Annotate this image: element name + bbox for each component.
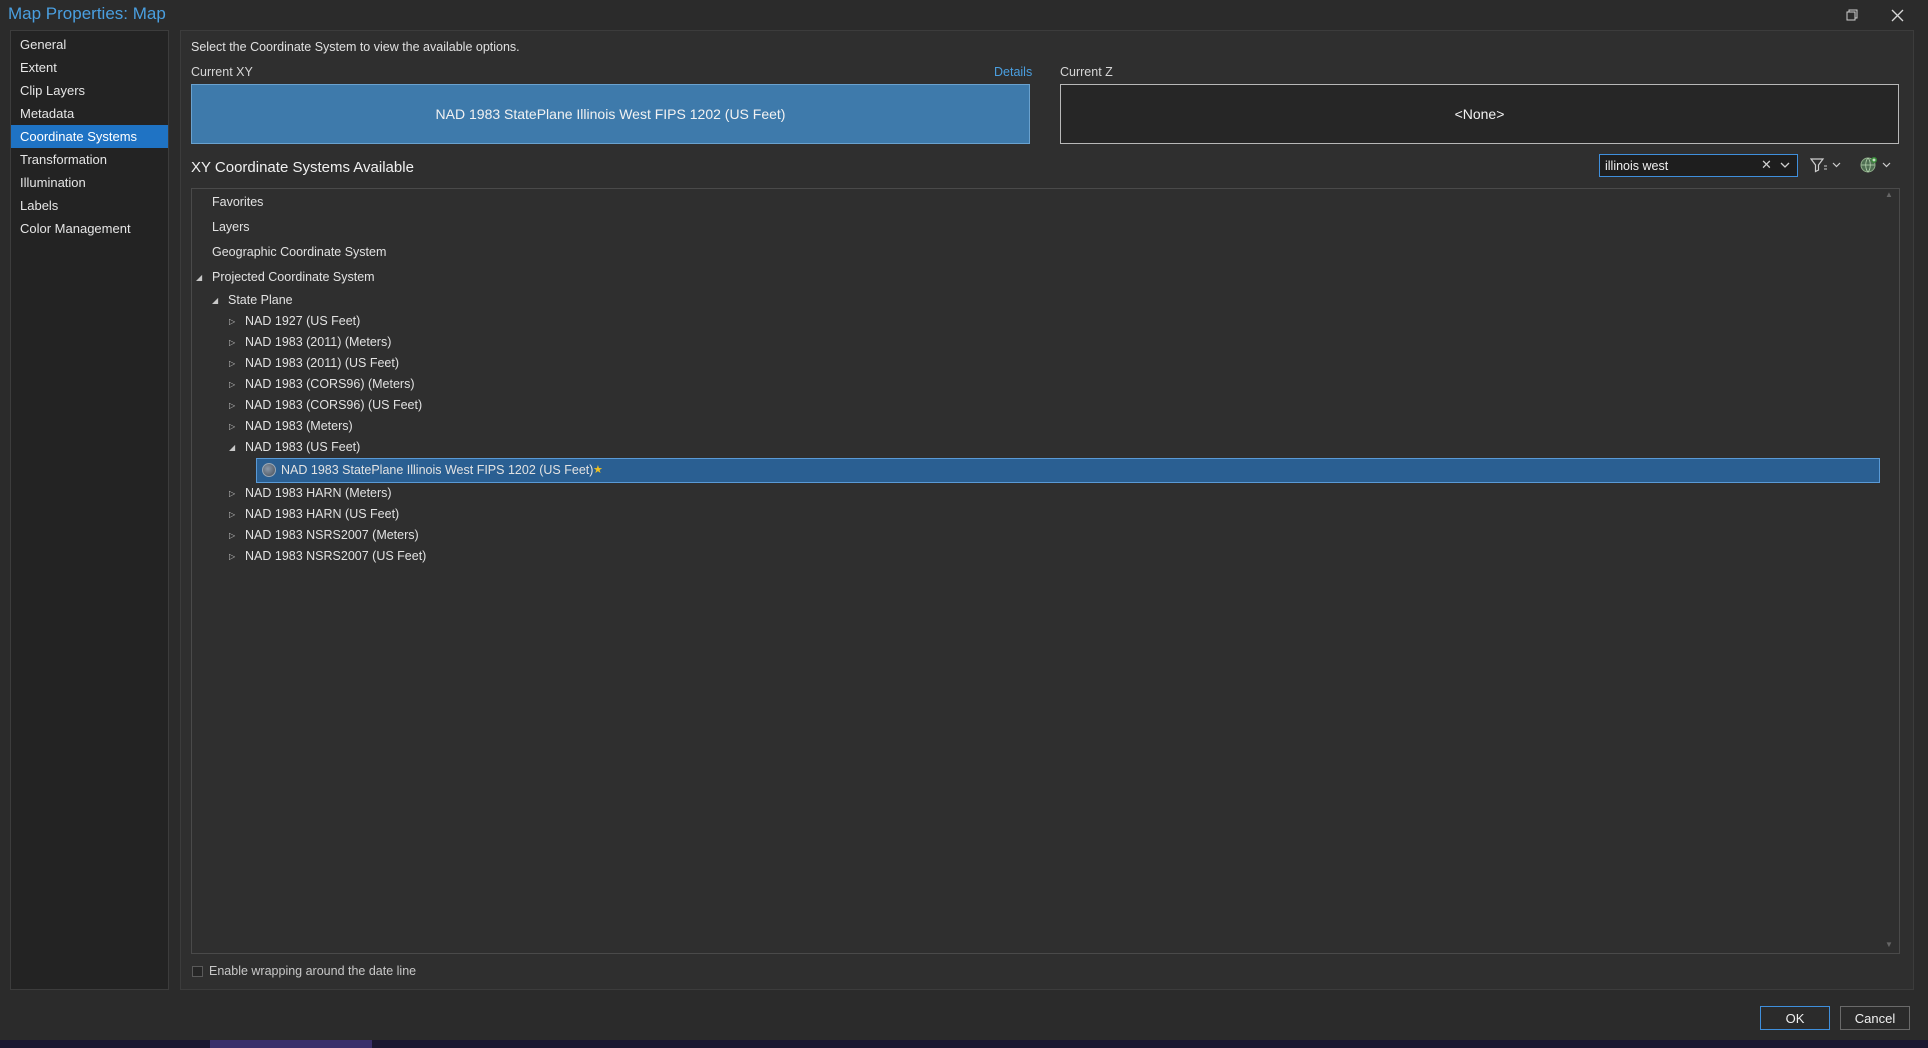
nav-item-metadata[interactable]: Metadata (11, 102, 168, 125)
wrap-dateline-label: Enable wrapping around the date line (209, 964, 417, 978)
chevron-down-icon (1832, 162, 1841, 168)
tree-item-group[interactable]: NAD 1983 (2011) (Meters) (245, 332, 391, 353)
tree-item-projected[interactable]: Projected Coordinate System (212, 267, 375, 288)
nav-item-coordinate-systems[interactable]: Coordinate Systems (11, 125, 168, 148)
expand-triangle-icon[interactable]: ▷ (229, 483, 241, 504)
tree-item-group[interactable]: NAD 1983 NSRS2007 (Meters) (245, 525, 419, 546)
favorite-star-icon[interactable]: ★ (593, 463, 603, 476)
tree-item-geographic[interactable]: Geographic Coordinate System (212, 242, 386, 263)
expand-triangle-icon[interactable]: ▷ (229, 546, 241, 567)
scroll-up-icon[interactable]: ▲ (1885, 190, 1893, 199)
current-z-box[interactable]: <None> (1060, 84, 1899, 144)
ok-button[interactable]: OK (1760, 1006, 1830, 1030)
dialog-title: Map Properties: Map (8, 4, 166, 23)
tree-item-group[interactable]: NAD 1983 (CORS96) (US Feet) (245, 395, 422, 416)
expand-triangle-icon[interactable]: ▷ (229, 311, 241, 332)
available-heading: XY Coordinate Systems Available (191, 159, 414, 176)
ok-button-label: OK (1785, 1010, 1805, 1026)
current-xy-value: NAD 1983 StatePlane Illinois West FIPS 1… (435, 106, 786, 122)
tree-item-group[interactable]: NAD 1983 HARN (US Feet) (245, 504, 399, 525)
tree-item-group[interactable]: NAD 1983 (2011) (US Feet) (245, 353, 399, 374)
expand-triangle-icon[interactable]: ▷ (229, 353, 241, 374)
close-button[interactable] (1882, 4, 1912, 26)
expand-triangle-icon[interactable]: ▷ (229, 525, 241, 546)
tree-item-group[interactable]: NAD 1927 (US Feet) (245, 311, 360, 332)
filter-icon (1810, 158, 1827, 173)
expand-triangle-icon[interactable]: ▷ (229, 374, 241, 395)
expand-triangle-icon[interactable]: ▷ (229, 504, 241, 525)
taskbar-active-item (210, 1040, 372, 1048)
coordinate-system-tree[interactable] (191, 188, 1900, 954)
search-input[interactable] (1605, 157, 1755, 174)
collapse-triangle-icon[interactable]: ◢ (212, 290, 224, 311)
nav-item-clip-layers[interactable]: Clip Layers (11, 79, 168, 102)
current-z-label: Current Z (1060, 65, 1113, 79)
cancel-button-label: Cancel (1854, 1010, 1896, 1026)
intro-text: Select the Coordinate System to view the… (191, 40, 520, 54)
nav-item-illumination[interactable]: Illumination (11, 171, 168, 194)
globe-icon (262, 463, 276, 477)
collapse-triangle-icon[interactable]: ◢ (229, 437, 241, 458)
restore-button[interactable] (1837, 4, 1867, 26)
expand-triangle-icon[interactable]: ▷ (229, 416, 241, 437)
expand-triangle-icon[interactable]: ▷ (229, 332, 241, 353)
clear-search-icon[interactable]: ✕ (1761, 157, 1772, 173)
current-xy-label: Current XY (191, 65, 253, 79)
nav-item-general[interactable]: General (11, 33, 168, 56)
tree-item-group[interactable]: NAD 1983 NSRS2007 (US Feet) (245, 546, 426, 567)
chevron-down-icon[interactable] (1780, 156, 1790, 177)
nav-item-color-management[interactable]: Color Management (11, 217, 168, 240)
tree-item-layers[interactable]: Layers (212, 217, 250, 238)
nav-item-labels[interactable]: Labels (11, 194, 168, 217)
tree-item-selected[interactable]: NAD 1983 StatePlane Illinois West FIPS 1… (256, 458, 1880, 483)
tree-item-state-plane[interactable]: State Plane (228, 290, 293, 311)
collapse-triangle-icon[interactable]: ◢ (196, 267, 208, 288)
current-z-value: <None> (1454, 106, 1505, 122)
current-xy-box[interactable]: NAD 1983 StatePlane Illinois West FIPS 1… (191, 84, 1030, 144)
taskbar-strip (0, 1040, 1928, 1048)
wrap-dateline-checkbox[interactable] (192, 966, 203, 977)
search-box[interactable]: ✕ (1599, 154, 1798, 177)
selected-coordinate-system: NAD 1983 StatePlane Illinois West FIPS 1… (281, 463, 594, 477)
cancel-button[interactable]: Cancel (1840, 1006, 1910, 1030)
title-bar (0, 0, 1928, 30)
tree-item-group[interactable]: NAD 1983 (US Feet) (245, 437, 360, 458)
tree-item-group[interactable]: NAD 1983 (Meters) (245, 416, 353, 437)
properties-nav: General Extent Clip Layers Metadata Coor… (10, 30, 169, 990)
chevron-down-icon (1882, 162, 1891, 168)
nav-item-extent[interactable]: Extent (11, 56, 168, 79)
tree-item-group[interactable]: NAD 1983 HARN (Meters) (245, 483, 392, 504)
tree-item-group[interactable]: NAD 1983 (CORS96) (Meters) (245, 374, 415, 395)
restore-icon (1846, 9, 1858, 21)
add-coordinate-system-button[interactable] (1860, 154, 1891, 176)
tree-item-favorites[interactable]: Favorites (212, 192, 263, 213)
expand-triangle-icon[interactable]: ▷ (229, 395, 241, 416)
details-link[interactable]: Details (994, 65, 1032, 79)
scroll-down-icon[interactable]: ▼ (1885, 940, 1893, 949)
filter-button[interactable] (1810, 154, 1841, 176)
globe-add-icon (1860, 157, 1877, 173)
nav-item-transformation[interactable]: Transformation (11, 148, 168, 171)
close-icon (1891, 9, 1903, 22)
tree-scrollbar[interactable]: ▲ ▼ (1882, 190, 1896, 952)
